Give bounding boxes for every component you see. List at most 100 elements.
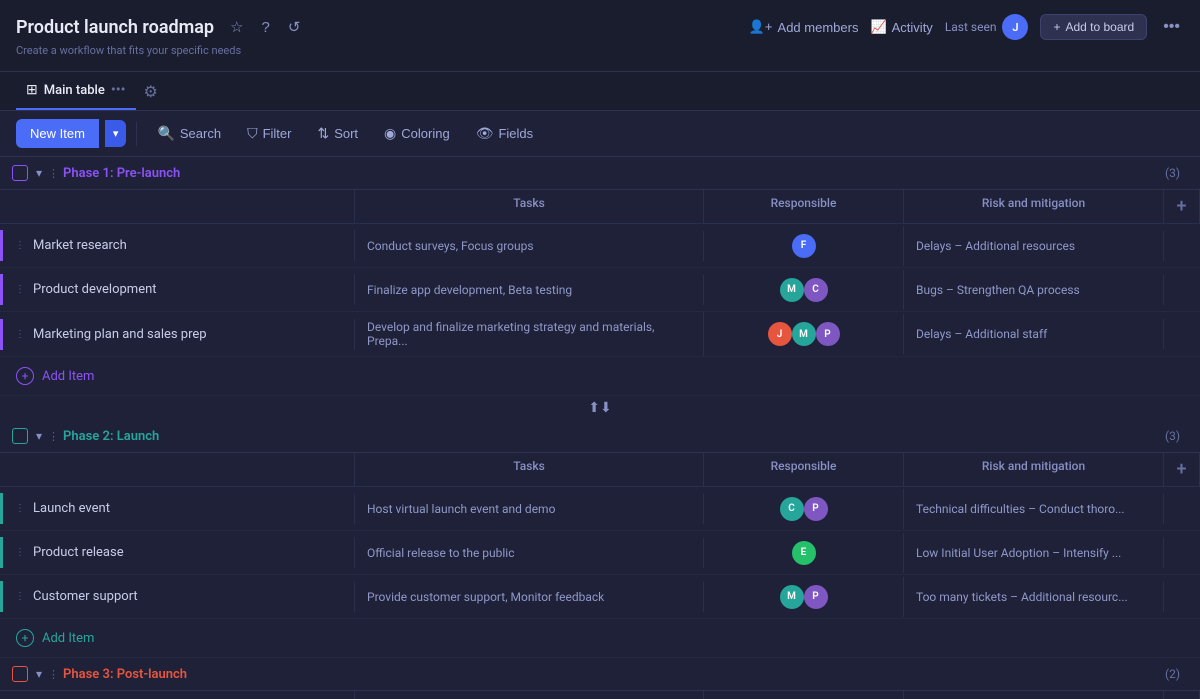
row-tasks-cell: Conduct surveys, Focus groups: [355, 231, 704, 261]
add-column-button[interactable]: +: [1164, 691, 1200, 699]
new-item-dropdown-button[interactable]: ▾: [105, 120, 127, 147]
row-drag-handle[interactable]: ⋮: [15, 240, 25, 251]
col-headers-pre-launch: Tasks Responsible Risk and mitigation +: [0, 190, 1200, 224]
avatar-M: M: [792, 322, 816, 346]
col-header-risk: Risk and mitigation: [904, 691, 1164, 699]
group-checkbox-launch[interactable]: [12, 428, 28, 444]
row-tasks-cell: Official release to the public: [355, 538, 704, 568]
group-chevron-pre-launch[interactable]: ▾: [36, 166, 42, 180]
row-tasks-cell: Develop and finalize marketing strategy …: [355, 312, 704, 356]
star-button[interactable]: ☆: [226, 14, 247, 40]
row-name-label: Customer support: [33, 589, 138, 604]
new-item-button[interactable]: New Item: [16, 119, 99, 148]
col-header-risk: Risk and mitigation: [904, 453, 1164, 486]
add-item-row-pre-launch[interactable]: + Add Item: [0, 357, 1200, 396]
filter-button[interactable]: ⛉ Filter: [237, 119, 301, 148]
group-count-post-launch: (2): [1165, 667, 1180, 681]
group-checkbox-post-launch[interactable]: [12, 666, 28, 682]
add-column-button[interactable]: +: [1164, 190, 1200, 223]
add-to-board-button[interactable]: + Add to board: [1040, 14, 1147, 40]
coloring-icon: ◉: [384, 125, 396, 142]
toolbar: New Item ▾ 🔍 Search ⛉ Filter ⇅ Sort ◉ Co…: [0, 111, 1200, 157]
header-right: 👤+ Add members 📈 Activity Last seen J + …: [749, 14, 1184, 40]
avatar-C: C: [804, 278, 828, 302]
row-name-cell: ⋮ Marketing plan and sales prep: [0, 319, 355, 350]
add-members-icon: 👤+: [749, 19, 773, 35]
filter-icon: ⛉: [247, 125, 258, 142]
main-content: ▾ ⋮ Phase 1: Pre-launch (3) Tasks Respon…: [0, 157, 1200, 699]
row-drag-handle[interactable]: ⋮: [15, 503, 25, 514]
col-header-responsible: Responsible: [704, 190, 904, 223]
row-name-cell: ⋮ Customer support: [0, 581, 355, 612]
avatar-J: J: [768, 322, 792, 346]
col-header-responsible: Responsible: [704, 691, 904, 699]
tab-main-table[interactable]: ⊞ Main table •••: [16, 72, 136, 110]
settings-icon[interactable]: ⚙: [144, 82, 158, 101]
activity-icon: 📈: [870, 19, 886, 35]
help-button[interactable]: ?: [258, 15, 274, 40]
row-name-cell: ⋮ Launch event: [0, 493, 355, 524]
add-column-button[interactable]: +: [1164, 453, 1200, 486]
row-name-cell: ⋮ Market research: [0, 230, 355, 261]
avatar-P: P: [816, 322, 840, 346]
add-item-icon: +: [16, 367, 34, 385]
scroll-indicator: ⬆⬇: [0, 396, 1200, 420]
fields-icon: 👁: [476, 125, 494, 142]
history-button[interactable]: ↺: [284, 14, 305, 40]
search-icon: 🔍: [157, 125, 174, 142]
row-responsible-cell: JMP: [704, 314, 904, 354]
row-risk-cell: Too many tickets – Additional resourc...: [904, 582, 1164, 612]
group-chevron-launch[interactable]: ▾: [36, 429, 42, 443]
search-button[interactable]: 🔍 Search: [147, 119, 231, 148]
col-headers-launch: Tasks Responsible Risk and mitigation +: [0, 453, 1200, 487]
col-header-tasks: Tasks: [355, 453, 704, 486]
col-headers-post-launch: Tasks Responsible Risk and mitigation +: [0, 691, 1200, 699]
group-drag-launch[interactable]: ⋮: [48, 430, 59, 443]
table-row: ⋮ Market research Conduct surveys, Focus…: [0, 224, 1200, 268]
tab-menu-dots[interactable]: •••: [111, 82, 126, 98]
group-name-post-launch: Phase 3: Post-launch: [63, 667, 1159, 682]
col-header-name: [0, 190, 355, 223]
row-risk-cell: Bugs – Strengthen QA process: [904, 275, 1164, 305]
avatar-M: M: [780, 585, 804, 609]
more-options-button[interactable]: •••: [1159, 14, 1184, 40]
row-responsible-cell: MC: [704, 270, 904, 310]
avatar-C: C: [780, 497, 804, 521]
group-count-pre-launch: (3): [1165, 166, 1180, 180]
avatar: J: [1002, 14, 1028, 40]
sort-button[interactable]: ⇅ Sort: [307, 119, 368, 148]
group-header-launch: ▾ ⋮ Phase 2: Launch (3): [0, 420, 1200, 453]
group-drag-pre-launch[interactable]: ⋮: [48, 167, 59, 180]
coloring-button[interactable]: ◉ Coloring: [374, 119, 460, 148]
app-header: Product launch roadmap ☆ ? ↺ 👤+ Add memb…: [0, 0, 1200, 72]
group-chevron-post-launch[interactable]: ▾: [36, 667, 42, 681]
add-item-row-launch[interactable]: + Add Item: [0, 619, 1200, 658]
row-risk-cell: Delays – Additional staff: [904, 319, 1164, 349]
row-risk-cell: Low Initial User Adoption – Intensify ..…: [904, 538, 1164, 568]
row-name-label: Marketing plan and sales prep: [33, 327, 207, 342]
row-drag-handle[interactable]: ⋮: [15, 284, 25, 295]
table-icon: ⊞: [26, 82, 38, 98]
row-drag-handle[interactable]: ⋮: [15, 329, 25, 340]
col-header-tasks: Tasks: [355, 691, 704, 699]
group-drag-post-launch[interactable]: ⋮: [48, 668, 59, 681]
sort-icon: ⇅: [317, 125, 329, 142]
col-header-name: [0, 691, 355, 699]
group-checkbox-pre-launch[interactable]: [12, 165, 28, 181]
table-row: ⋮ Marketing plan and sales prep Develop …: [0, 312, 1200, 357]
row-drag-handle[interactable]: ⋮: [15, 591, 25, 602]
table-row: ⋮ Launch event Host virtual launch event…: [0, 487, 1200, 531]
row-tasks-cell: Finalize app development, Beta testing: [355, 275, 704, 305]
activity-button[interactable]: 📈 Activity: [870, 19, 932, 35]
row-responsible-cell: CP: [704, 489, 904, 529]
add-members-button[interactable]: 👤+ Add members: [749, 19, 859, 35]
avatar-M: M: [780, 278, 804, 302]
fields-button[interactable]: 👁 Fields: [466, 119, 543, 148]
row-drag-handle[interactable]: ⋮: [15, 547, 25, 558]
header-icons: ☆ ? ↺: [226, 14, 304, 40]
row-name-label: Launch event: [33, 501, 110, 516]
row-name-cell: ⋮ Product release: [0, 537, 355, 568]
group-header-pre-launch: ▾ ⋮ Phase 1: Pre-launch (3): [0, 157, 1200, 190]
add-item-label: Add Item: [42, 369, 94, 384]
add-item-icon: +: [16, 629, 34, 647]
